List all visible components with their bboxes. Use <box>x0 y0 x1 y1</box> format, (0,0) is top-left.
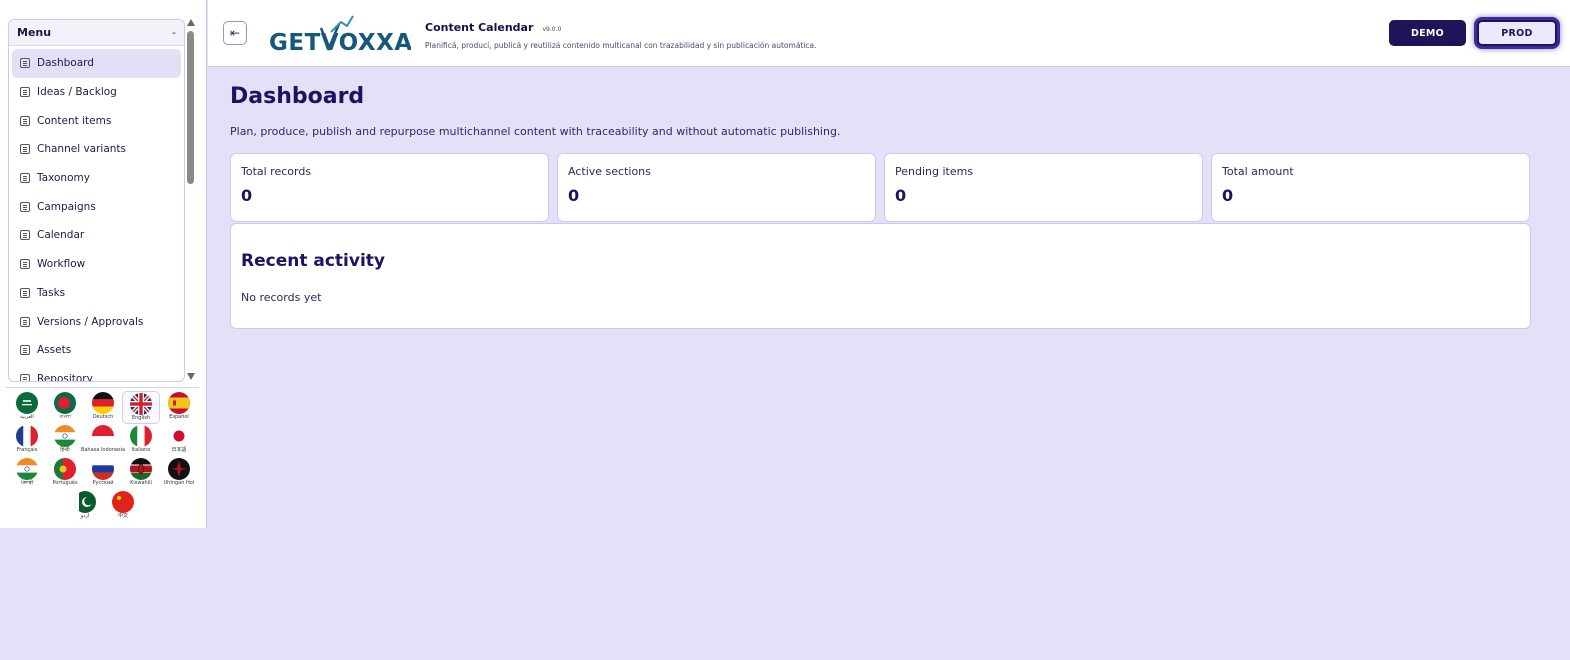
language-option-bn[interactable]: বাংলা <box>46 391 84 424</box>
document-icon <box>20 115 30 126</box>
language-option-es[interactable]: Español <box>160 391 198 424</box>
scroll-down-arrow-icon[interactable] <box>187 373 195 380</box>
document-icon <box>20 287 30 298</box>
language-option-ar[interactable]: العربية <box>8 391 46 424</box>
language-option-ja[interactable]: 日本語 <box>160 424 198 457</box>
sidebar-item-workflow[interactable]: Workflow <box>12 250 181 279</box>
menu-panel: Menu - Dashboard Ideas / Backlog Content… <box>8 19 185 382</box>
sidebar-item-tasks[interactable]: Tasks <box>12 279 181 308</box>
pk-flag-icon <box>74 491 96 513</box>
sidebar-item-content-items[interactable]: Content items <box>12 106 181 135</box>
language-option-tlh[interactable]: tlhIngan Hol <box>160 457 198 490</box>
env-demo-button[interactable]: DEMO <box>1389 20 1466 46</box>
language-option-zh[interactable]: 中文 <box>104 490 142 523</box>
language-option-ur[interactable]: اردو <box>66 490 104 523</box>
document-icon <box>20 144 30 155</box>
sidebar: Menu - Dashboard Ideas / Backlog Content… <box>0 0 207 528</box>
page-title: Dashboard <box>230 84 365 109</box>
env-prod-button[interactable]: PROD <box>1477 20 1557 46</box>
ke-flag-icon <box>130 458 152 480</box>
collapse-sidebar-button[interactable]: ⇤ <box>223 21 247 45</box>
jp-flag-icon <box>168 425 190 447</box>
scroll-thumb[interactable] <box>187 31 194 184</box>
sidebar-item-assets[interactable]: Assets <box>12 336 181 365</box>
menu-list: Dashboard Ideas / Backlog Content items … <box>9 46 184 381</box>
document-icon <box>20 345 30 356</box>
scroll-up-arrow-icon[interactable] <box>187 19 195 26</box>
sidebar-item-campaigns[interactable]: Campaigns <box>12 192 181 221</box>
stats-cards: Total records 0 Active sections 0 Pendin… <box>230 153 1531 222</box>
empty-state-text: No records yet <box>241 291 322 304</box>
sidebar-item-dashboard[interactable]: Dashboard <box>12 49 181 78</box>
in-flag-icon <box>16 458 38 480</box>
stat-card-total-records: Total records 0 <box>230 153 549 222</box>
language-option-sw[interactable]: Kiswahili <box>122 457 160 490</box>
it-flag-icon <box>130 425 152 447</box>
menu-scrollbar[interactable] <box>186 19 196 382</box>
stat-card-active-sections: Active sections 0 <box>557 153 876 222</box>
page-description: Plan, produce, publish and repurpose mul… <box>230 125 841 138</box>
document-icon <box>20 316 30 327</box>
document-icon <box>20 373 30 381</box>
id-flag-icon <box>92 425 114 447</box>
language-option-en[interactable]: English <box>122 391 160 424</box>
menu-collapse-toggle[interactable]: - <box>172 26 176 39</box>
collapse-sidebar-icon: ⇤ <box>229 26 241 40</box>
document-icon <box>20 173 30 184</box>
fr-flag-icon <box>16 425 38 447</box>
ru-flag-icon <box>92 458 114 480</box>
pt-flag-icon <box>54 458 76 480</box>
language-option-fr[interactable]: Français <box>8 424 46 457</box>
document-icon <box>20 259 30 270</box>
sidebar-item-ideas-backlog[interactable]: Ideas / Backlog <box>12 78 181 107</box>
cn-flag-icon <box>112 491 134 513</box>
language-option-id[interactable]: Bahasa Indonesia <box>81 424 125 457</box>
language-option-it[interactable]: Italiano <box>122 424 160 457</box>
de-flag-icon <box>92 392 114 414</box>
recent-activity-title: Recent activity <box>241 251 385 271</box>
top-bar: ⇤ GETVOXXA Content Calendar v9.0.0 Plani… <box>208 0 1570 67</box>
document-icon <box>20 58 30 69</box>
app-version: v9.0.0 <box>542 26 562 33</box>
sidebar-item-calendar[interactable]: Calendar <box>12 221 181 250</box>
svg-text:GETVOXXA: GETVOXXA <box>269 30 411 54</box>
sidebar-item-versions-approvals[interactable]: Versions / Approvals <box>12 307 181 336</box>
language-option-de[interactable]: Deutsch <box>84 391 122 424</box>
sidebar-item-taxonomy[interactable]: Taxonomy <box>12 164 181 193</box>
app-subtitle: Planificá, producí, publicá y reutilizá … <box>425 41 817 50</box>
divider <box>6 387 199 388</box>
language-selector: العربية বাংলা Deutsch English Español Fr… <box>8 391 200 523</box>
getvoxxa-logo: GETVOXXA <box>269 14 411 54</box>
language-option-hi[interactable]: हिन्दी <box>46 424 84 457</box>
es-flag-icon <box>168 392 190 414</box>
in-flag-icon <box>54 425 76 447</box>
language-option-ru[interactable]: Русский <box>84 457 122 490</box>
app-title-block: Content Calendar v9.0.0 Planificá, produ… <box>425 16 817 50</box>
menu-header[interactable]: Menu - <box>9 20 184 46</box>
language-option-pt[interactable]: Português <box>46 457 84 490</box>
document-icon <box>20 201 30 212</box>
sidebar-item-channel-variants[interactable]: Channel variants <box>12 135 181 164</box>
stat-card-total-amount: Total amount 0 <box>1211 153 1530 222</box>
menu-title: Menu <box>17 26 52 39</box>
language-option-pa[interactable]: ਪੰਜਾਬੀ <box>8 457 46 490</box>
app-title: Content Calendar <box>425 21 534 34</box>
stat-card-pending-items: Pending items 0 <box>884 153 1203 222</box>
document-icon <box>20 230 30 241</box>
sa-flag-icon <box>16 392 38 414</box>
gb-flag-icon <box>130 393 152 415</box>
document-icon <box>20 87 30 98</box>
sidebar-item-repository[interactable]: Repository <box>12 365 181 381</box>
recent-activity-panel: Recent activity No records yet <box>230 223 1531 329</box>
bd-flag-icon <box>54 392 76 414</box>
klingon-flag-icon <box>168 458 190 480</box>
